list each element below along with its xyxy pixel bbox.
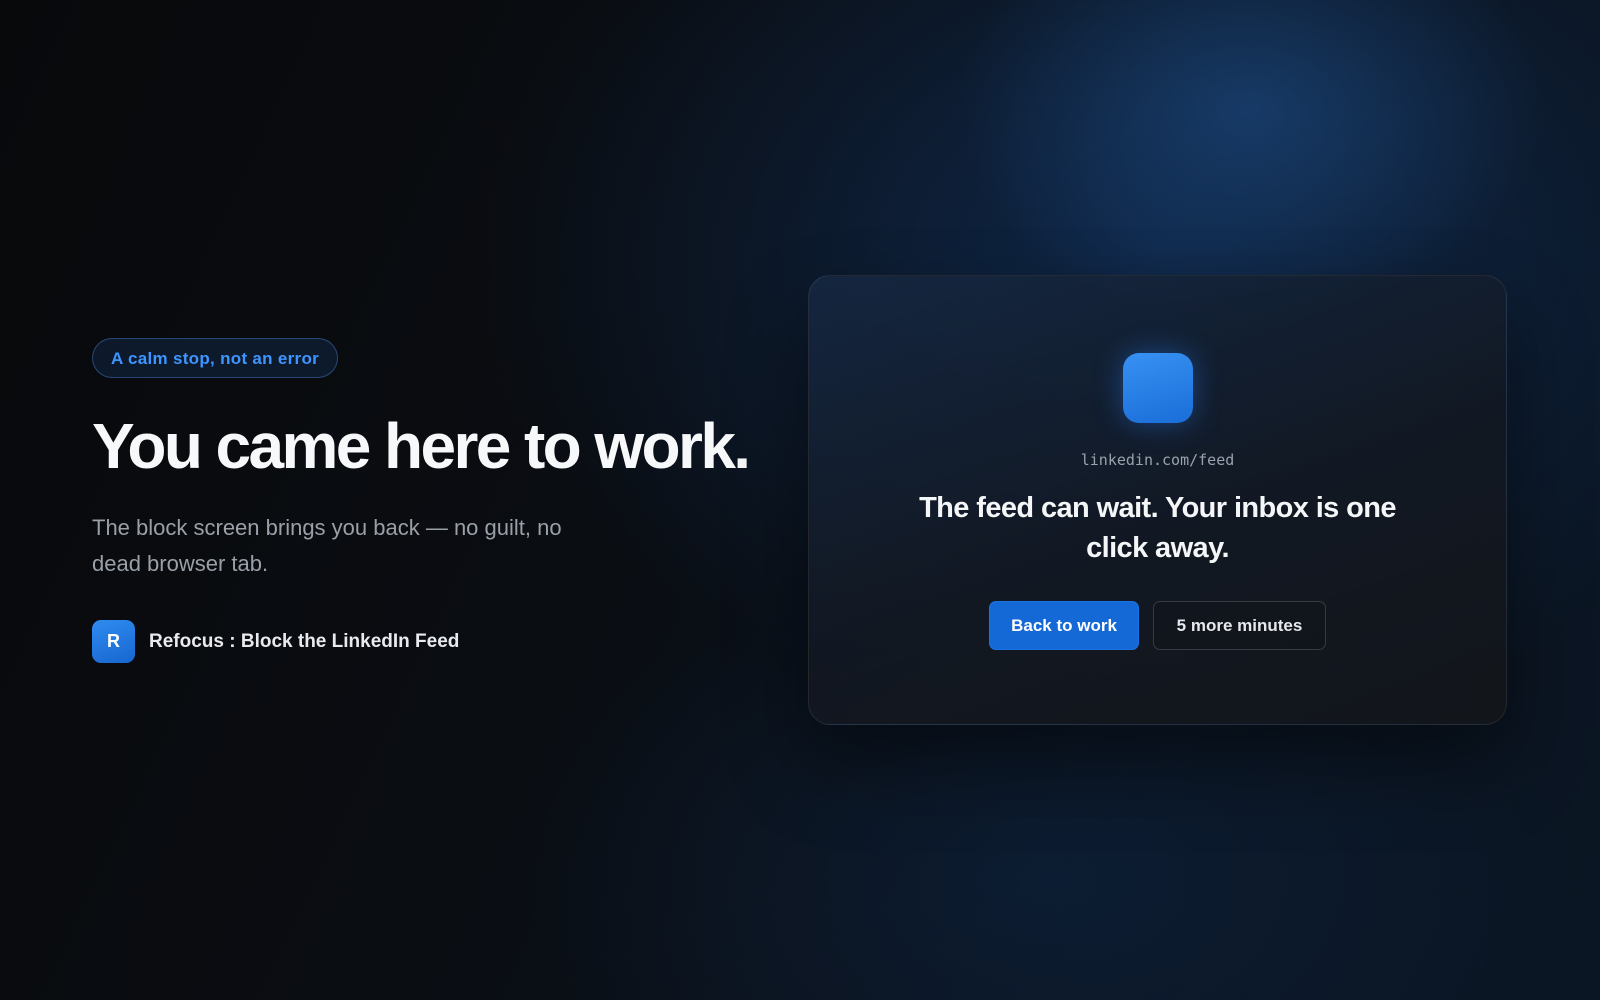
back-to-work-button[interactable]: Back to work: [989, 601, 1139, 650]
brand-name: Refocus : Block the LinkedIn Feed: [149, 630, 460, 652]
hero-section: A calm stop, not an error You came here …: [92, 338, 752, 663]
app-logo-icon: [1123, 353, 1193, 423]
status-badge: A calm stop, not an error: [92, 338, 339, 378]
blocked-url: linkedin.com/feed: [1080, 451, 1235, 469]
page-title: You came here to work.: [92, 410, 751, 482]
extension-brand: R Refocus : Block the LinkedIn Feed: [92, 620, 752, 663]
brand-logo-icon: R: [92, 620, 135, 663]
snooze-button[interactable]: 5 more minutes: [1153, 601, 1326, 650]
card-actions: Back to work 5 more minutes: [809, 601, 1506, 650]
block-message: The feed can wait. Your inbox is one cli…: [919, 492, 1396, 564]
hero-subtext: The block screen brings you back — no gu…: [92, 515, 562, 576]
block-card: linkedin.com/feed The feed can wait. You…: [808, 275, 1507, 725]
